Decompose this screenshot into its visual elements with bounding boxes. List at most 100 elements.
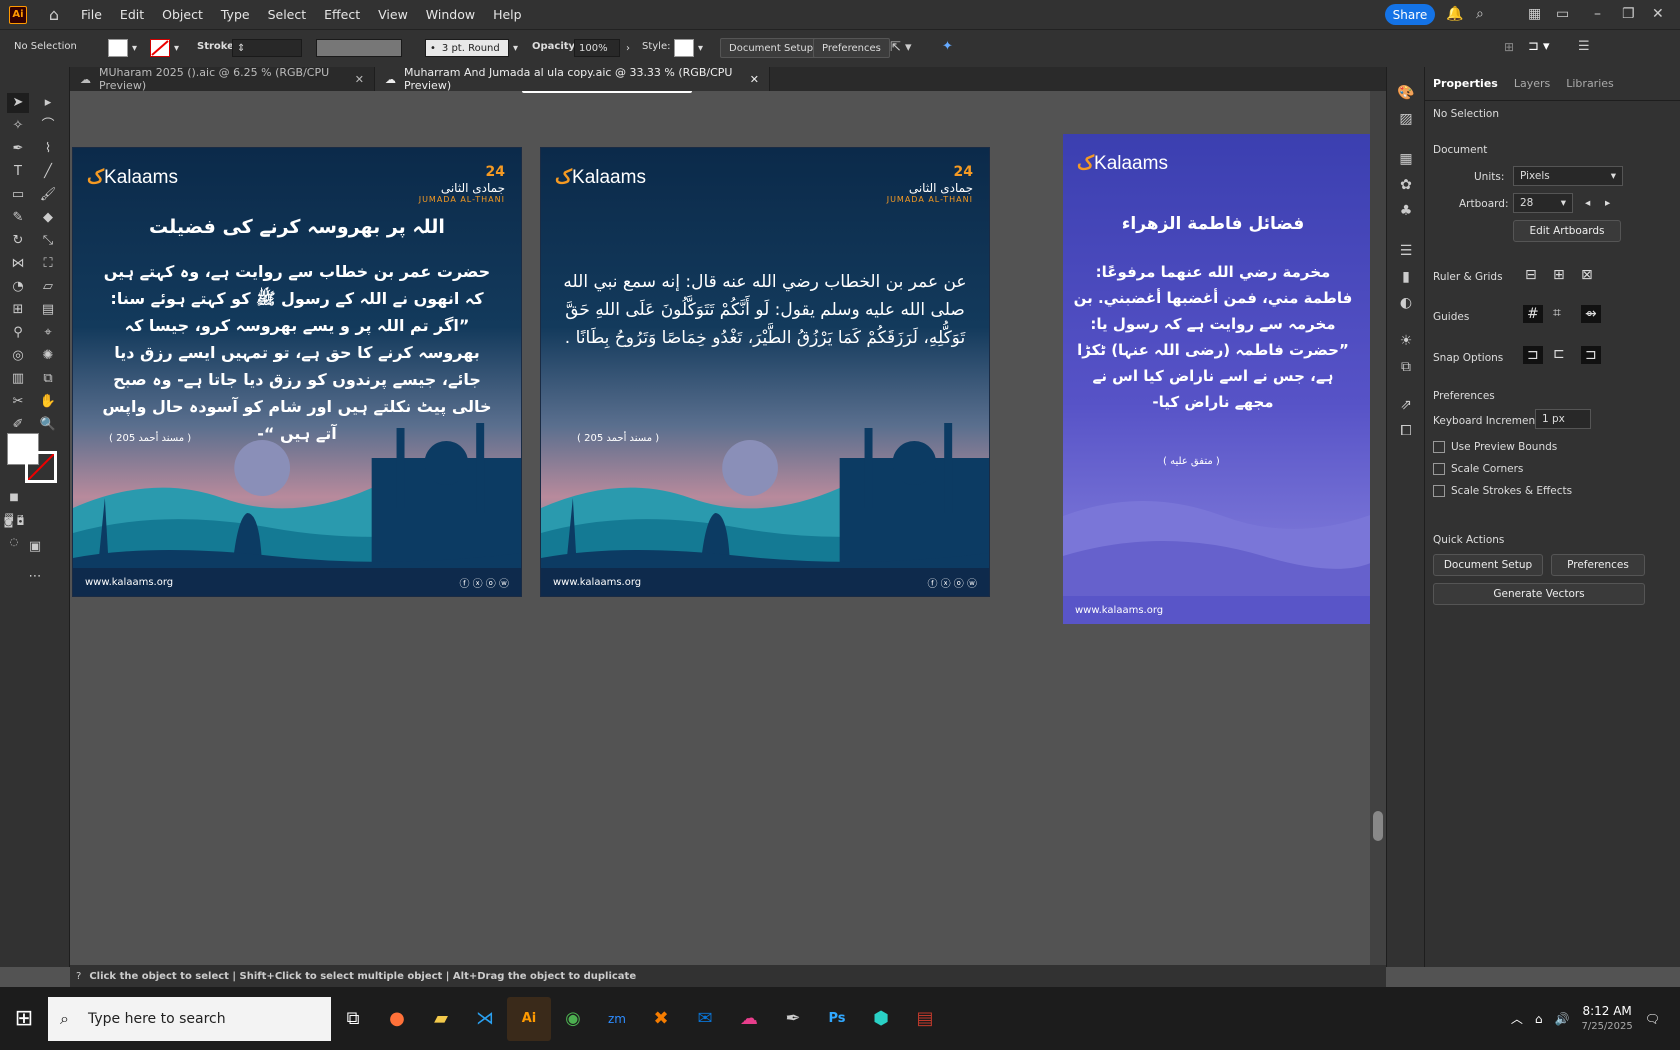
- zoom-app-icon[interactable]: zm: [595, 997, 639, 1041]
- vscode-icon[interactable]: ⋊: [463, 997, 507, 1041]
- preferences-panel-button[interactable]: Preferences: [1551, 554, 1645, 576]
- generate-vectors-button[interactable]: Generate Vectors: [1433, 583, 1645, 605]
- slice-icon[interactable]: ✂: [7, 392, 29, 412]
- show-guides-icon[interactable]: #: [1523, 305, 1543, 323]
- symbols-icon[interactable]: ♣: [1397, 203, 1415, 221]
- transparency-icon[interactable]: ◐: [1397, 295, 1415, 313]
- transparency-grid-icon[interactable]: ⊠: [1581, 267, 1593, 283]
- keyboard-increment-input[interactable]: 1 px: [1535, 409, 1591, 429]
- tab-libraries[interactable]: Libraries: [1566, 77, 1614, 90]
- draw-mode-icon[interactable]: ◙ ◘ ◌: [3, 513, 25, 548]
- tab-properties[interactable]: Properties: [1433, 77, 1498, 90]
- artboard-tool-icon[interactable]: ⧉: [37, 369, 59, 389]
- width-tool-icon[interactable]: ⋈: [7, 254, 29, 274]
- smart-guides-icon[interactable]: ⇴: [1581, 305, 1601, 323]
- brush-definition[interactable]: • 3 pt. Round ▾: [425, 39, 518, 57]
- tab-layers[interactable]: Layers: [1514, 77, 1550, 90]
- lasso-icon[interactable]: ⌒: [37, 116, 59, 136]
- close-tab-icon[interactable]: ✕: [355, 73, 364, 86]
- edit-artboards-button[interactable]: Edit Artboards: [1513, 220, 1621, 242]
- clock[interactable]: 8:12 AM 7/25/2025: [1581, 1003, 1632, 1035]
- share-button[interactable]: Share: [1385, 4, 1435, 25]
- menu-window[interactable]: Window: [426, 7, 475, 22]
- vertical-scrollbar[interactable]: [1370, 91, 1386, 965]
- line-tool-icon[interactable]: ╱: [37, 162, 59, 182]
- shape-builder-icon[interactable]: ◔: [7, 277, 29, 297]
- pen-app-icon[interactable]: ✒: [771, 997, 815, 1041]
- preferences-button[interactable]: Preferences: [813, 38, 890, 58]
- eraser-icon[interactable]: ◆: [37, 208, 59, 228]
- restore-icon[interactable]: ❐: [1622, 6, 1635, 22]
- illustrator-taskbar-icon[interactable]: Ai: [507, 996, 551, 1041]
- artboard-select[interactable]: 28 ▾: [1513, 193, 1573, 213]
- menu-object[interactable]: Object: [162, 7, 203, 22]
- lock-guides-icon[interactable]: ⌗: [1553, 305, 1561, 321]
- firefox-icon[interactable]: ●: [375, 997, 419, 1041]
- creative-cloud-icon[interactable]: ☁: [727, 997, 771, 1041]
- snap-icon[interactable]: ⊐ ▾: [1528, 39, 1550, 54]
- free-transform-icon[interactable]: ⛶: [37, 254, 59, 274]
- snap-grid-icon[interactable]: ⊏: [1553, 346, 1565, 362]
- file-explorer-icon[interactable]: ▰: [419, 997, 463, 1041]
- panel-icon[interactable]: ▭: [1556, 6, 1569, 22]
- stroke-weight-field[interactable]: ⇕: [232, 39, 302, 57]
- more-tools-icon[interactable]: ⋯: [24, 567, 46, 587]
- tray-chevron-icon[interactable]: ︿: [1511, 1010, 1523, 1027]
- stroke-swatch[interactable]: ▾: [150, 39, 179, 57]
- tab-document-2[interactable]: ☁ Muharram And Jumada al ula copy.aic @ 3…: [375, 66, 770, 92]
- zoom-tool-icon[interactable]: 🔍: [37, 415, 59, 435]
- style-swatch[interactable]: ▾: [674, 39, 703, 57]
- menu-select[interactable]: Select: [268, 7, 307, 22]
- menu-file[interactable]: File: [81, 7, 102, 22]
- brushes-icon[interactable]: ✿: [1397, 177, 1415, 195]
- prev-artboard-icon[interactable]: ◂: [1585, 197, 1590, 209]
- swatches-icon[interactable]: ▦: [1397, 151, 1415, 169]
- shaper-icon[interactable]: ✎: [7, 208, 29, 228]
- edit-toolbar-icon[interactable]: ✐: [7, 415, 29, 435]
- menu-help[interactable]: Help: [493, 7, 522, 22]
- gradient-panel-icon[interactable]: ▮: [1397, 269, 1415, 287]
- graphic-styles-icon[interactable]: ⧉: [1397, 359, 1415, 377]
- scale-strokes-checkbox[interactable]: Scale Strokes & Effects: [1433, 485, 1572, 497]
- paintbrush-icon[interactable]: 🖌: [37, 185, 59, 205]
- taskbar-search[interactable]: ⌕ Type here to search: [48, 996, 331, 1041]
- use-preview-bounds-checkbox[interactable]: Use Preview Bounds: [1433, 441, 1557, 453]
- artboard-2[interactable]: کKalaams 24 جمادی الثانی JUMADA AL-THANI ع…: [540, 147, 990, 597]
- canvas[interactable]: کKalaams 24 جمادی الثانی JUMADA AL-THANI ا…: [70, 91, 1370, 965]
- align-icon[interactable]: ⊞: [1504, 40, 1514, 54]
- winrar-icon[interactable]: ▤: [903, 997, 947, 1041]
- home-icon[interactable]: ⌂: [45, 5, 63, 24]
- grid-icon[interactable]: ⊞: [1553, 267, 1565, 283]
- scale-icon[interactable]: ⤡: [37, 231, 59, 251]
- ruler-icon[interactable]: ⊟: [1525, 267, 1537, 283]
- workspace-icon[interactable]: ▦: [1528, 6, 1541, 22]
- outlook-icon[interactable]: ✉: [683, 997, 727, 1041]
- recolor-icon[interactable]: ✦: [942, 39, 953, 54]
- curvature-icon[interactable]: ⌇: [37, 139, 59, 159]
- minimize-icon[interactable]: –: [1594, 6, 1601, 22]
- volume-icon[interactable]: 🔊: [1555, 1012, 1570, 1026]
- network-icon[interactable]: ⌂: [1535, 1012, 1543, 1026]
- chrome-icon[interactable]: ◉: [551, 997, 595, 1041]
- arrange-icon[interactable]: ⇱ ▾: [890, 40, 912, 55]
- menu-view[interactable]: View: [378, 7, 408, 22]
- menu-effect[interactable]: Effect: [324, 7, 360, 22]
- screen-mode-icon[interactable]: ▣: [24, 537, 46, 557]
- close-icon[interactable]: ✕: [1652, 6, 1664, 22]
- scale-corners-checkbox[interactable]: Scale Corners: [1433, 463, 1523, 475]
- notification-icon[interactable]: 🗨: [1645, 1012, 1660, 1026]
- opacity-field[interactable]: 100% ›: [574, 39, 630, 57]
- photoshop-icon[interactable]: Ps: [815, 997, 859, 1041]
- rotate-icon[interactable]: ↻: [7, 231, 29, 251]
- hand-tool-icon[interactable]: ✋: [37, 392, 59, 412]
- blend-icon[interactable]: ◎: [7, 346, 29, 366]
- type-tool-icon[interactable]: T: [7, 162, 29, 182]
- next-artboard-icon[interactable]: ▸: [1605, 197, 1610, 209]
- magic-wand-icon[interactable]: ✧: [7, 116, 29, 136]
- stroke-color-box[interactable]: [25, 451, 57, 483]
- search-icon[interactable]: ⌕: [1476, 6, 1484, 22]
- artboard-1[interactable]: کKalaams 24 جمادی الثانی JUMADA AL-THANI ا…: [72, 147, 522, 597]
- close-tab-icon[interactable]: ✕: [750, 73, 759, 86]
- gradient-icon[interactable]: ▤: [37, 300, 59, 320]
- panel-menu-icon[interactable]: ☰: [1578, 39, 1590, 54]
